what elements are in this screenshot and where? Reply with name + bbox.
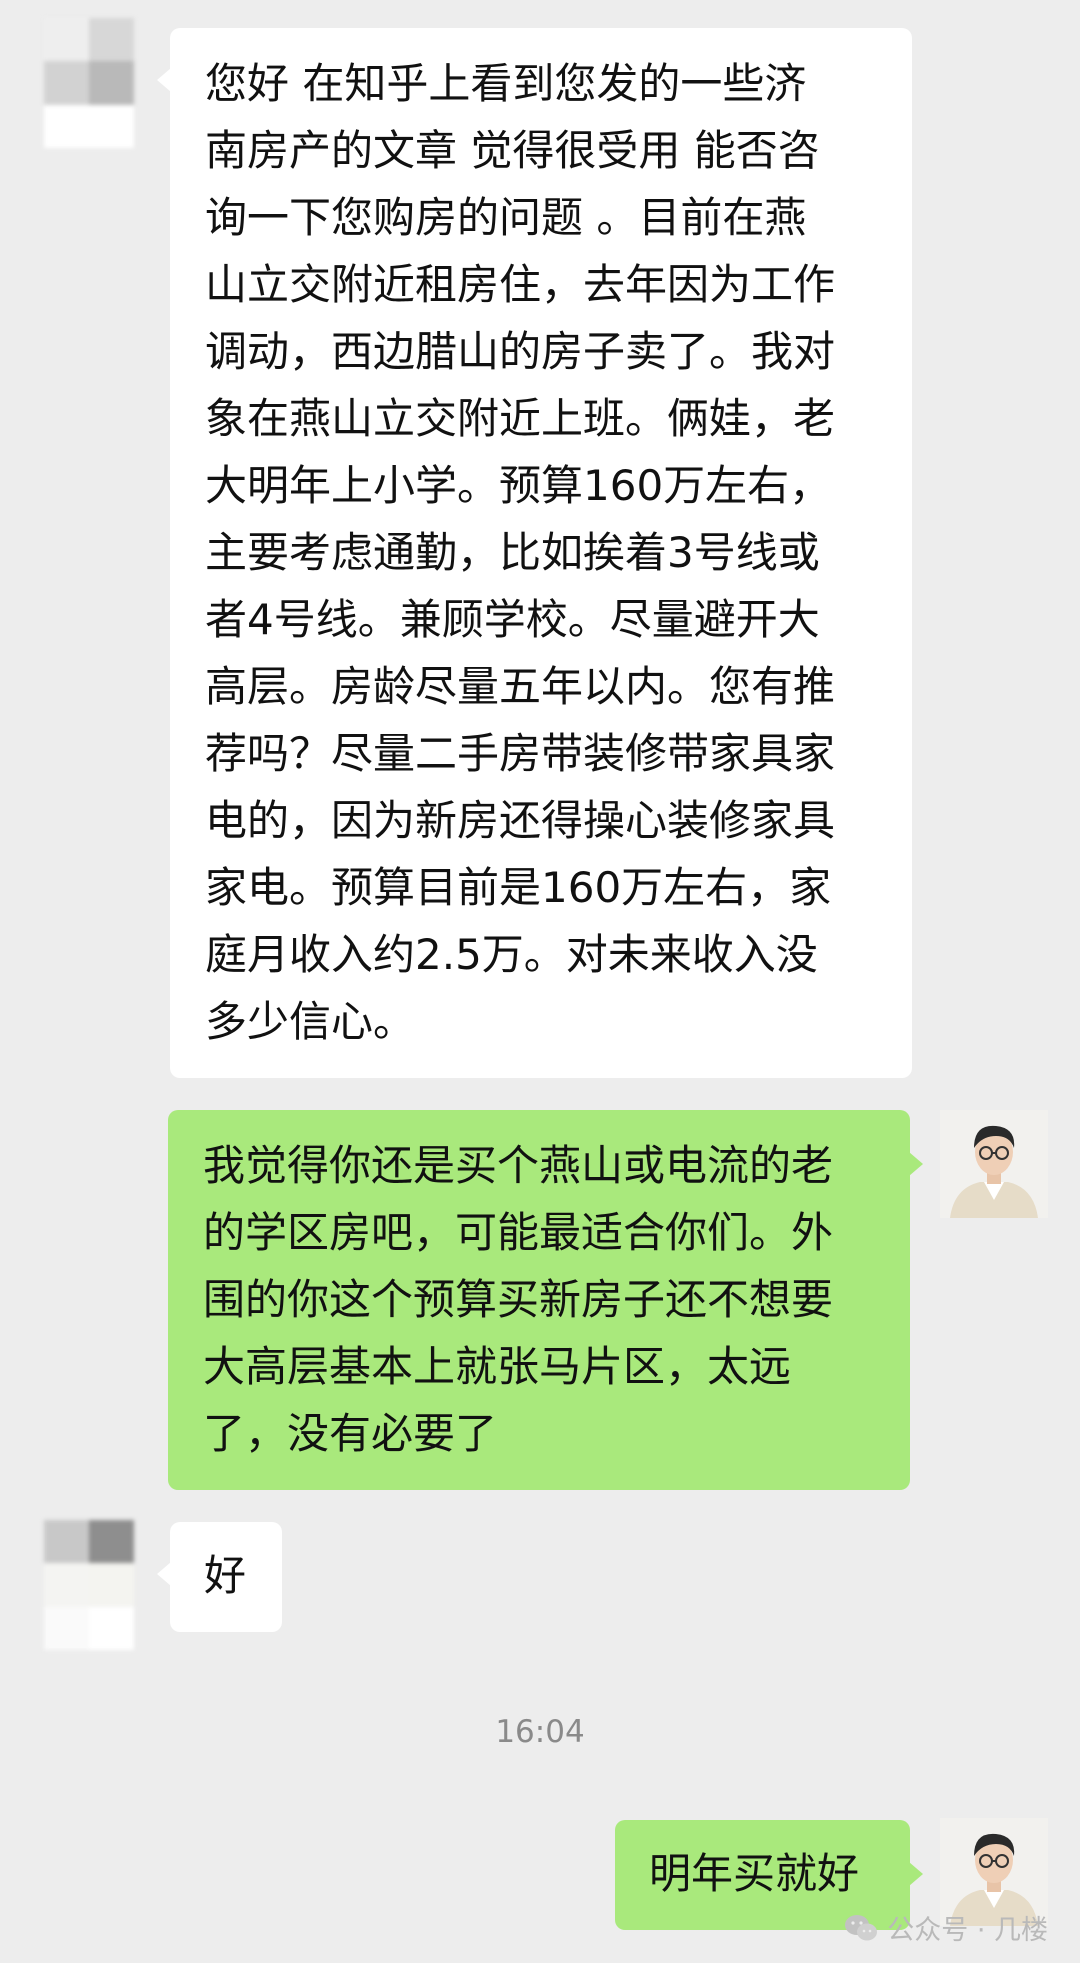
wechat-icon — [845, 1914, 878, 1940]
bubble-tail — [909, 1862, 923, 1886]
bubble-tail — [157, 68, 171, 92]
message-bubble-received[interactable]: 好 — [170, 1522, 282, 1632]
person-photo-icon — [940, 1110, 1048, 1218]
bubble-tail — [909, 1152, 923, 1176]
bubble-tail — [157, 1562, 171, 1586]
my-avatar[interactable] — [940, 1110, 1048, 1218]
watermark-text: 公众号 · 几楼 — [887, 1915, 1048, 1946]
message-text: 您好 在知乎上看到您发的一些济 南房产的文章 觉得很受用 能否咨 询一下您购房的… — [205, 59, 836, 1046]
contact-avatar[interactable] — [44, 18, 134, 148]
contact-avatar[interactable] — [44, 1520, 134, 1650]
message-text: 我觉得你还是买个燕山或电流的老 的学区房吧，可能最适合你们。外 围的你这个预算买… — [203, 1141, 834, 1458]
message-bubble-received[interactable]: 您好 在知乎上看到您发的一些济 南房产的文章 觉得很受用 能否咨 询一下您购房的… — [170, 28, 912, 1078]
watermark: 公众号 · 几楼 — [843, 1908, 1048, 1947]
message-text: 明年买就好 — [649, 1849, 860, 1898]
message-text: 好 — [204, 1551, 247, 1600]
message-timestamp: 16:04 — [495, 1714, 585, 1750]
message-bubble-sent[interactable]: 我觉得你还是买个燕山或电流的老 的学区房吧，可能最适合你们。外 围的你这个预算买… — [168, 1110, 910, 1490]
